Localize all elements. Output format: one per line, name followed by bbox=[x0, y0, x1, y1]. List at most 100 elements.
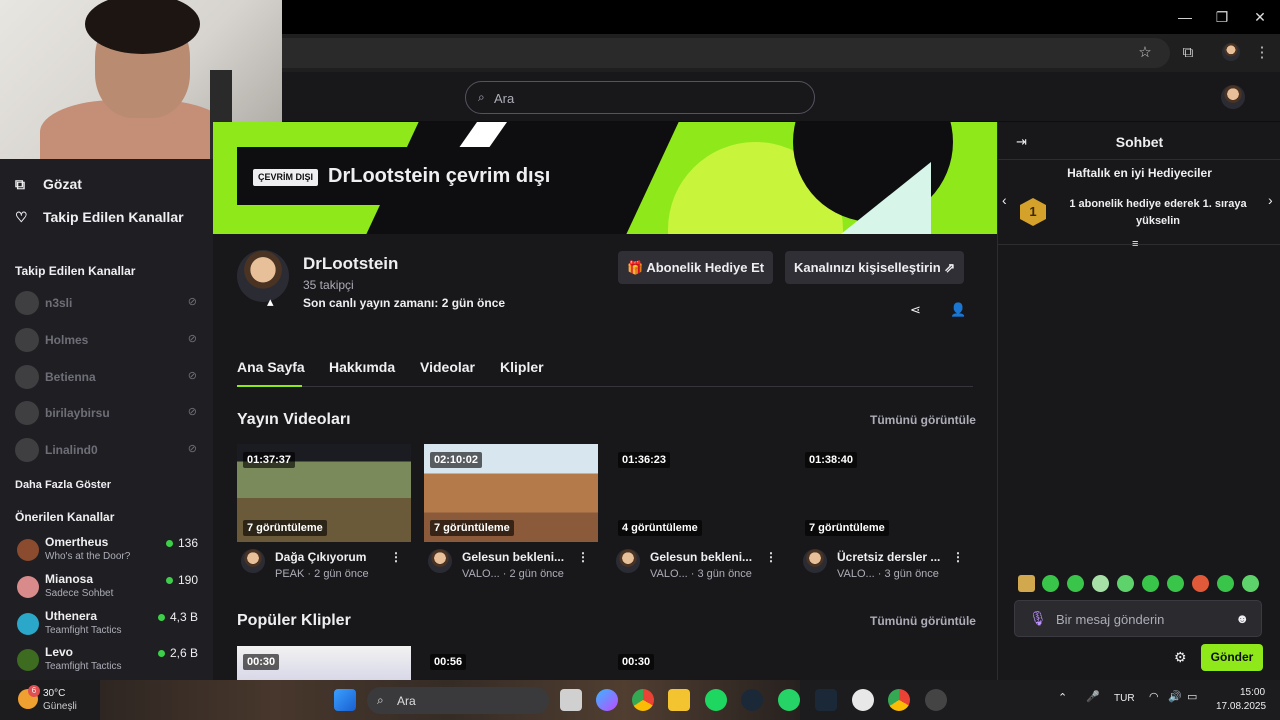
tab-clips[interactable]: Klipler bbox=[500, 359, 544, 375]
share-icon[interactable]: ⋖ bbox=[910, 302, 921, 318]
browser-menu-icon[interactable]: ⋮ bbox=[1250, 42, 1274, 64]
followed-channel[interactable]: birilaybirsu ⊘ bbox=[15, 401, 205, 427]
video-channel-avatar[interactable] bbox=[428, 549, 452, 573]
bookmark-star-icon[interactable]: ☆ bbox=[1133, 42, 1157, 64]
video-thumbnail[interactable]: 01:36:23 4 görüntüleme bbox=[612, 444, 786, 542]
obs-icon[interactable] bbox=[925, 689, 947, 711]
windows-start-icon[interactable] bbox=[334, 689, 356, 711]
expand-icon[interactable]: ≡ bbox=[1132, 238, 1138, 250]
emote-icon[interactable] bbox=[1142, 575, 1159, 592]
chat-settings-icon[interactable]: ⚙ bbox=[1174, 649, 1187, 666]
emote-icon[interactable] bbox=[1117, 575, 1134, 592]
emote-icon[interactable] bbox=[1192, 575, 1209, 592]
emote-icon[interactable] bbox=[1242, 575, 1259, 592]
spotify-icon[interactable] bbox=[705, 689, 727, 711]
clip-thumbnail[interactable]: 00:56 bbox=[424, 646, 598, 680]
close-button[interactable]: ✕ bbox=[1245, 6, 1275, 28]
task-view-icon[interactable] bbox=[560, 689, 582, 711]
maximize-button[interactable]: ❐ bbox=[1207, 6, 1237, 28]
customize-channel-button[interactable]: Kanalınızı kişiselleştirin ⇗ bbox=[785, 251, 965, 284]
emoji-icon[interactable]: ☻ bbox=[1235, 611, 1249, 626]
recommended-channel[interactable]: Levo Teamfight Tactics 2,6 B bbox=[15, 645, 205, 679]
offline-icon: ⊘ bbox=[187, 443, 197, 455]
nav-following[interactable]: ♡ Takip Edilen Kanallar bbox=[15, 209, 184, 233]
browser-profile-avatar[interactable] bbox=[1222, 43, 1240, 61]
show-more-link[interactable]: Daha Fazla Göster bbox=[15, 479, 111, 491]
emote-icon[interactable] bbox=[1018, 575, 1035, 592]
tab-about[interactable]: Hakkımda bbox=[329, 359, 395, 375]
video-title[interactable]: Gelesun bekleni... bbox=[462, 550, 582, 564]
recommended-channel[interactable]: Mianosa Sadece Sohbet 190 bbox=[15, 572, 205, 606]
video-card[interactable]: 01:38:40 7 görüntüleme Ücretsiz dersler … bbox=[799, 444, 974, 584]
user-avatar[interactable] bbox=[1221, 85, 1245, 109]
channel-avatar[interactable] bbox=[237, 250, 289, 302]
followed-channel[interactable]: Holmes ⊘ bbox=[15, 328, 205, 354]
channel-avatar bbox=[15, 438, 39, 462]
wifi-icon[interactable]: ◠ bbox=[1149, 690, 1159, 703]
address-bar[interactable] bbox=[250, 38, 1170, 68]
followed-channel[interactable]: Betienna ⊘ bbox=[15, 365, 205, 391]
tab-home[interactable]: Ana Sayfa bbox=[237, 359, 305, 375]
video-channel-avatar[interactable] bbox=[241, 549, 265, 573]
file-explorer-icon[interactable] bbox=[668, 689, 690, 711]
send-button[interactable]: Gönder bbox=[1201, 644, 1263, 671]
game-icon[interactable] bbox=[852, 689, 874, 711]
emote-icon[interactable] bbox=[1067, 575, 1084, 592]
more-options-icon[interactable]: ⋮ bbox=[952, 550, 964, 564]
more-options-icon[interactable]: ⋮ bbox=[390, 550, 402, 564]
steam-icon[interactable] bbox=[741, 689, 763, 711]
video-card[interactable]: 01:37:37 7 görüntüleme Dağa Çıkıyorum PE… bbox=[237, 444, 412, 584]
clip-thumbnail[interactable]: 00:30 bbox=[237, 646, 411, 680]
microphone-tray-icon[interactable]: 🎤 bbox=[1086, 690, 1100, 703]
copilot-icon[interactable] bbox=[596, 689, 618, 711]
emote-icon[interactable] bbox=[1042, 575, 1059, 592]
video-thumbnail[interactable]: 01:37:37 7 görüntüleme bbox=[237, 444, 411, 542]
nav-browse[interactable]: ⧉ Gözat bbox=[15, 176, 82, 200]
volume-icon[interactable]: 🔊 bbox=[1168, 690, 1182, 703]
clips-see-all-link[interactable]: Tümünü görüntüle bbox=[870, 614, 976, 628]
battery-icon[interactable]: ▭ bbox=[1187, 690, 1197, 703]
video-title[interactable]: Gelesun bekleni... bbox=[650, 550, 770, 564]
video-title[interactable]: Ücretsiz dersler ... bbox=[837, 550, 957, 564]
more-options-icon[interactable]: ⋮ bbox=[765, 550, 777, 564]
clock-date[interactable]: 17.08.2025 bbox=[1216, 701, 1266, 712]
recommended-channel[interactable]: Uthenera Teamfight Tactics 4,3 B bbox=[15, 609, 205, 643]
more-options-icon[interactable]: ⋮ bbox=[577, 550, 589, 564]
chrome-active-icon[interactable] bbox=[888, 689, 910, 711]
tab-videos[interactable]: Videolar bbox=[420, 359, 475, 375]
whatsapp-icon[interactable] bbox=[778, 689, 800, 711]
clip-thumbnail[interactable]: 00:30 bbox=[612, 646, 786, 680]
taskbar-search[interactable]: ⌕ Ara bbox=[367, 687, 549, 714]
video-channel-avatar[interactable] bbox=[616, 549, 640, 573]
video-thumbnail[interactable]: 02:10:02 7 görüntüleme bbox=[424, 444, 598, 542]
recommended-channel[interactable]: Omertheus Who's at the Door? 136 bbox=[15, 535, 205, 569]
search-input[interactable]: ⌕ Ara bbox=[465, 81, 815, 114]
tray-chevron-icon[interactable]: ⌃ bbox=[1058, 691, 1067, 704]
microphone-icon[interactable]: 🎙 bbox=[1029, 610, 1047, 627]
video-channel-avatar[interactable] bbox=[803, 549, 827, 573]
steam-app-icon[interactable] bbox=[815, 689, 837, 711]
video-thumbnail[interactable]: 01:38:40 7 görüntüleme bbox=[799, 444, 973, 542]
chevron-right-icon[interactable]: › bbox=[1268, 192, 1273, 208]
chrome-icon[interactable] bbox=[632, 689, 654, 711]
minimize-button[interactable]: — bbox=[1170, 6, 1200, 28]
channel-name[interactable]: DrLootstein bbox=[303, 254, 398, 274]
emote-icon[interactable] bbox=[1092, 575, 1109, 592]
emote-icon[interactable] bbox=[1217, 575, 1234, 592]
followed-channel[interactable]: n3sli ⊘ bbox=[15, 291, 205, 317]
clock-time[interactable]: 15:00 bbox=[1240, 687, 1265, 698]
gift-sub-button[interactable]: 🎁 Abonelik Hediye Et bbox=[618, 251, 774, 284]
search-icon: ⌕ bbox=[478, 90, 485, 104]
follow-user-icon[interactable]: 👤 bbox=[950, 302, 966, 318]
weather-desc: Güneşli bbox=[43, 701, 77, 712]
videos-see-all-link[interactable]: Tümünü görüntüle bbox=[870, 413, 976, 427]
video-card[interactable]: 01:36:23 4 görüntüleme Gelesun bekleni..… bbox=[612, 444, 787, 584]
followed-channel[interactable]: Linalind0 ⊘ bbox=[15, 438, 205, 464]
emote-icon[interactable] bbox=[1167, 575, 1184, 592]
keyboard-language[interactable]: TUR bbox=[1114, 693, 1135, 704]
video-card[interactable]: 02:10:02 7 görüntüleme Gelesun bekleni..… bbox=[424, 444, 599, 584]
extensions-icon[interactable]: ⧉ bbox=[1176, 42, 1200, 64]
chat-input[interactable]: 🎙 Bir mesaj gönderin ☻ bbox=[1014, 600, 1262, 637]
video-title[interactable]: Dağa Çıkıyorum bbox=[275, 550, 395, 564]
chevron-left-icon[interactable]: ‹ bbox=[1002, 192, 1007, 208]
